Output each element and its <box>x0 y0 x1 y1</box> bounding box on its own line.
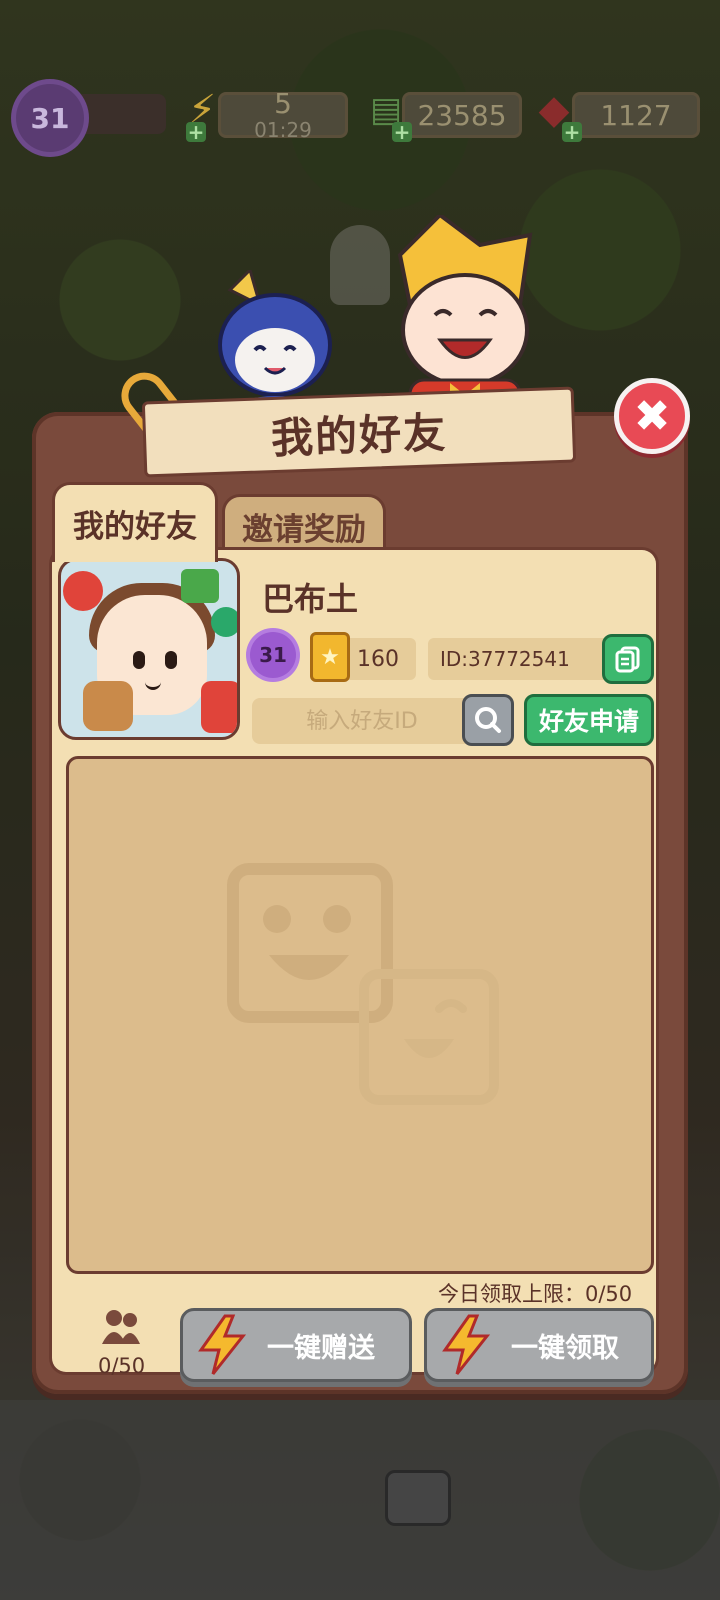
dialog-title: 我的好友 <box>270 407 448 463</box>
gem-counter[interactable]: 1127 <box>572 92 700 138</box>
daily-claim-limit: 今日领取上限：0/50 <box>438 1282 633 1306</box>
tab-my-friends[interactable]: 我的好友 <box>52 482 218 562</box>
friend-id-input[interactable] <box>252 698 472 744</box>
empty-state-wink-icon <box>359 969 499 1105</box>
ornament-icon <box>211 607 237 637</box>
lightning-bolt-icon <box>198 1314 247 1375</box>
clipboard-star-icon: ★ <box>310 632 350 682</box>
copy-id-button[interactable] <box>602 634 654 684</box>
energy-counter[interactable]: 5 01:29 <box>218 87 348 142</box>
search-button[interactable] <box>462 694 514 746</box>
gem-add-icon[interactable]: + <box>562 120 582 144</box>
level-progress-bar <box>80 94 166 134</box>
energy-add-icon[interactable]: + <box>186 120 206 144</box>
top-hud: 31 ⚡ 5 01:29 + ▤ 23585 + ◆ 1127 + <box>0 0 720 160</box>
dialog-title-banner: 我的好友 <box>141 386 577 478</box>
player-level-small: 31 <box>250 632 296 678</box>
player-avatar[interactable] <box>58 558 240 740</box>
player-level-badge[interactable]: 31 <box>16 84 84 152</box>
lightning-bolt-icon <box>442 1314 491 1375</box>
energy-timer: 01:29 <box>254 118 312 142</box>
close-icon: ✖ <box>633 390 671 442</box>
present-icon <box>181 569 219 603</box>
send-all-button[interactable]: 一键赠送 <box>180 1308 412 1382</box>
cash-add-icon[interactable]: + <box>392 120 412 144</box>
friends-count-icon <box>102 1310 140 1344</box>
avatar-eye <box>133 651 145 669</box>
wink-face-icon <box>404 999 467 1058</box>
close-button[interactable]: ✖ <box>614 378 690 454</box>
send-all-label: 一键赠送 <box>267 1332 375 1364</box>
stocking-icon <box>201 681 237 733</box>
energy-value: 5 <box>274 87 292 120</box>
cash-counter[interactable]: 23585 <box>402 92 522 138</box>
friend-count: 0/50 <box>98 1354 146 1378</box>
copy-icon <box>615 646 640 673</box>
claim-all-button[interactable]: 一键领取 <box>424 1308 654 1382</box>
avatar-eye <box>165 651 177 669</box>
player-name: 巴布土 <box>262 580 359 618</box>
friend-list[interactable] <box>66 756 654 1274</box>
reindeer-icon <box>83 681 133 731</box>
friend-request-button[interactable]: 好友申请 <box>524 694 654 746</box>
claim-all-label: 一键领取 <box>511 1332 619 1364</box>
tab-invite-rewards[interactable]: 邀请奖励 <box>222 494 386 558</box>
gift-bow-icon <box>63 571 103 611</box>
search-icon <box>475 707 501 733</box>
player-id: ID:37772541 <box>428 638 608 680</box>
